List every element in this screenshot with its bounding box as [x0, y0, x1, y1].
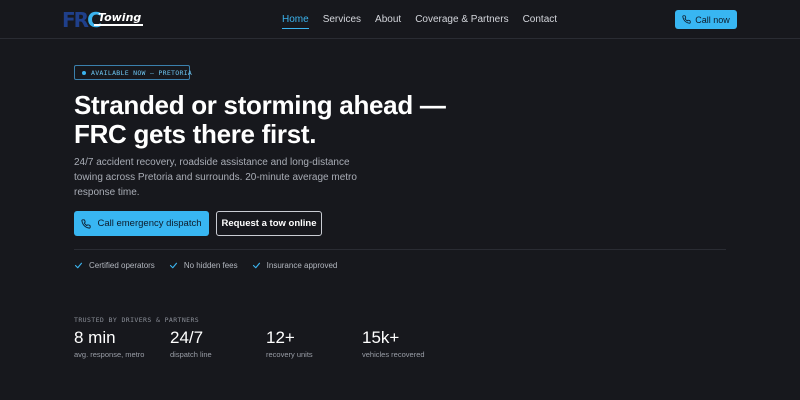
check-item: Certified operators: [74, 259, 155, 271]
availability-badge: AVAILABLE NOW — PRETORIA: [74, 65, 193, 80]
status-dot-icon: [82, 70, 86, 75]
section-divider: [74, 249, 726, 250]
check-label: Certified operators: [89, 260, 155, 270]
call-now-label: Call now: [695, 14, 730, 25]
stat-recovery-units: 12+ recovery units: [266, 328, 313, 359]
stat-value: 24/7: [170, 328, 204, 347]
stat-label: avg. response, metro: [74, 350, 145, 359]
main-nav: Home Services About Coverage & Partners …: [282, 13, 571, 29]
trusted-label: TRUSTED BY DRIVERS & PARTNERS: [74, 316, 200, 324]
check-item: No hidden fees: [169, 259, 238, 271]
headline-line-2: FRC gets there first.: [74, 119, 317, 149]
stat-value: 15k+: [362, 328, 400, 347]
nav-about[interactable]: About: [375, 13, 401, 29]
check-label: No hidden fees: [183, 260, 238, 270]
stat-value: 8 min: [74, 328, 116, 347]
check-item: Insurance approved: [252, 259, 338, 271]
nav-coverage-partners[interactable]: Coverage & Partners: [415, 13, 508, 29]
availability-text: AVAILABLE NOW — PRETORIA: [91, 68, 193, 77]
request-tow-button[interactable]: Request a tow online: [216, 211, 322, 236]
checkmark-icon: [74, 262, 83, 268]
call-emergency-dispatch-button[interactable]: Call emergency dispatch: [74, 211, 209, 236]
hero-headline: Stranded or storming ahead — FRC gets th…: [74, 91, 474, 149]
checkmark-icon: [252, 262, 260, 268]
phone-icon: [81, 218, 92, 229]
stat-label: dispatch line: [170, 350, 212, 359]
stat-vehicles-recovered: 15k+ vehicles recovered: [362, 328, 425, 359]
stat-response-time: 8 min avg. response, metro: [74, 328, 144, 359]
logo-wordmark: Towing: [94, 12, 144, 26]
phone-icon: [682, 15, 691, 24]
hero-subtext: 24/7 accident recovery, roadside assista…: [74, 157, 357, 198]
nav-home[interactable]: Home: [282, 13, 309, 29]
stat-dispatch-line: 24/7 dispatch line: [170, 328, 212, 359]
check-label: Insurance approved: [266, 260, 338, 270]
stat-label: vehicles recovered: [362, 350, 425, 359]
headline-line-1: Stranded or storming ahead —: [74, 90, 446, 120]
nav-services[interactable]: Services: [323, 13, 361, 29]
stat-value: 12+: [266, 328, 295, 347]
call-now-button[interactable]: Call now: [675, 10, 737, 29]
trust-checklist: Certified operators No hidden fees Insur…: [74, 259, 337, 271]
nav-contact[interactable]: Contact: [523, 13, 557, 29]
checkmark-icon: [169, 262, 177, 268]
site-header: FRC Towing Home Services About Coverage …: [0, 0, 800, 39]
stat-label: recovery units: [266, 350, 313, 359]
frc-towing-logo[interactable]: FRC Towing: [62, 9, 144, 31]
call-emergency-dispatch-label: Call emergency dispatch: [97, 218, 202, 229]
